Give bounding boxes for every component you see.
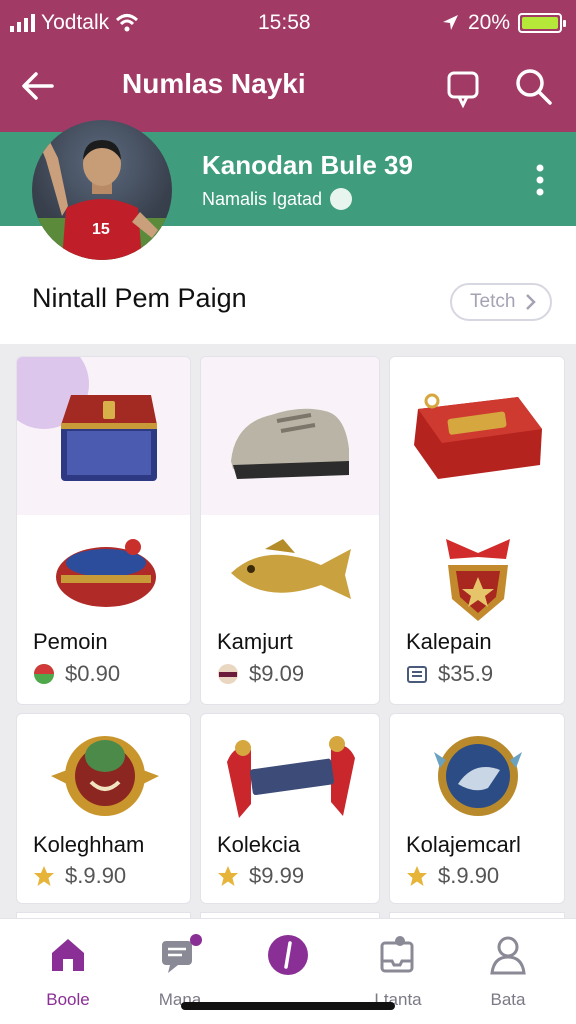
item-name: Kalepain [406,629,492,654]
fetch-button[interactable]: Tetch [450,283,552,321]
nav-messages[interactable]: Mana [132,933,228,1010]
item-name: Kamjurt [217,629,293,654]
trophy-banner-icon [227,736,355,818]
product-card[interactable]: Kalepain $35.9 [389,356,565,705]
item-name: Koleghham [33,832,145,857]
product-card[interactable]: Kolajemcarl $.9.90 [389,713,565,904]
nav-profile[interactable]: Bata [460,933,556,1010]
product-card[interactable]: Kamjurt $9.09 [200,356,380,705]
location-icon [442,15,458,30]
item-price-row: $.9.90 [33,863,126,889]
item-price: $35.9 [438,661,494,686]
ball-icon [218,664,238,684]
page-title: Numlas Nayki [122,68,306,99]
product-card[interactable]: Pemoin $0.90 [16,356,191,705]
search-icon[interactable] [512,65,556,109]
carrier-label: Yodtalk [41,11,110,34]
battery-percent: 20% [467,11,510,34]
item-price: $.9.90 [65,863,127,888]
wifi-icon [116,14,139,32]
item-name: Kolekcia [217,832,301,857]
product-card[interactable]: Koleghham $.9.90 [16,713,191,904]
item-price-row: $0.90 [33,661,120,687]
chat-icon [162,934,202,973]
red-box-icon [414,393,542,479]
clock: 15:58 [258,11,311,34]
nav-home-label: Boole [46,990,90,1009]
profile-subtitle: Namalis Igatad [202,188,323,209]
dragon-emblem-icon [51,736,159,816]
signal-icon [10,14,35,32]
jersey-number: 15 [92,221,110,238]
battery-icon [518,13,566,33]
item-price-row: $9.99 [217,863,304,889]
inbox-icon [380,936,414,973]
profile-name: Kanodan Bule 39 [202,150,413,180]
badge-medal-icon [446,539,510,621]
item-price: $9.99 [249,863,305,888]
item-price-row: $.9.90 [406,863,499,889]
shield-emblem-icon [434,736,522,816]
message-icon[interactable] [443,65,483,109]
top-bar: Yodtalk 15:58 20% Numlas Nayki [0,0,576,132]
item-price: $.9.90 [438,863,500,888]
item-price-row: $9.09 [217,661,304,687]
product-card[interactable]: Kolekcia $9.99 [200,713,380,904]
compass-icon [268,935,308,975]
nav-inbox[interactable]: Ltanta [350,933,446,1010]
star-icon [407,866,427,886]
more-options-icon[interactable] [524,160,556,200]
item-price: $9.09 [249,661,305,686]
profile-icon [490,936,526,975]
nav-center[interactable] [240,933,336,990]
player-photo: 15 [32,138,172,260]
home-indicator[interactable] [181,1002,395,1010]
nav-profile-label: Bata [490,990,526,1009]
home-icon [52,939,84,971]
chevron-right-icon [526,294,537,310]
pot-icon [56,539,156,607]
treasure-chest-icon [61,395,157,481]
star-icon [34,866,54,886]
avatar[interactable]: 15 [32,120,172,260]
section-title: Nintall Pem Paign [32,283,247,313]
nav-home[interactable]: Boole [20,933,116,1010]
item-name: Kolajemcarl [406,832,521,857]
app-bar: Numlas Nayki [0,52,576,122]
ball-icon [34,664,54,684]
fetch-button-label: Tetch [470,291,516,312]
back-arrow-icon[interactable] [16,64,60,108]
item-price: $0.90 [65,661,121,686]
boot-icon [231,408,349,479]
status-bar: Yodtalk 15:58 20% [0,0,576,46]
globe-icon [330,188,353,210]
profile-subtitle-row: Namalis Igatad [202,188,353,210]
fish-icon [231,539,351,599]
ticket-icon [407,666,427,683]
star-icon [218,866,238,886]
item-name: Pemoin [33,629,108,654]
item-price-row: $35.9 [406,661,493,687]
